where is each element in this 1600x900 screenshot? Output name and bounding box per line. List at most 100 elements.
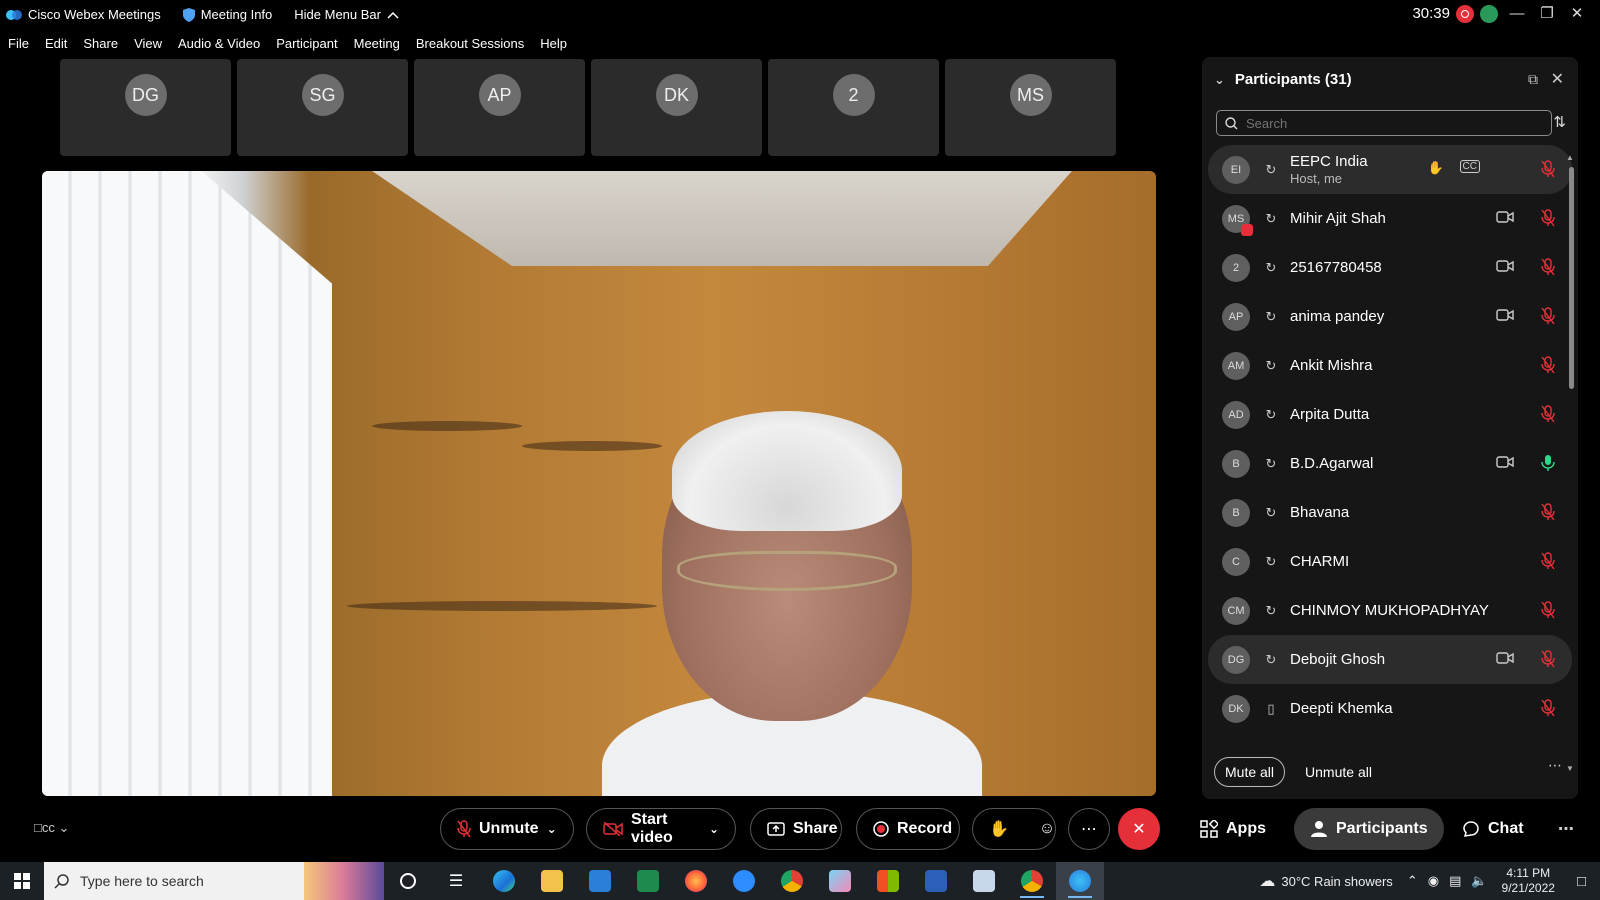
reactions-icon[interactable]: ☺ xyxy=(1039,820,1055,838)
video-camera-icon[interactable] xyxy=(1496,455,1514,469)
mic-muted-icon[interactable] xyxy=(1540,307,1556,325)
thumbnail-tile[interactable]: SG xyxy=(237,59,408,156)
menu-view[interactable]: View xyxy=(134,36,162,51)
mute-all-button[interactable]: Mute all xyxy=(1214,757,1286,787)
mic-muted-icon[interactable] xyxy=(1540,650,1556,668)
chrome-icon[interactable] xyxy=(768,862,816,900)
unmute-button[interactable]: Unmute ⌄ xyxy=(440,808,574,850)
mail-app-icon[interactable] xyxy=(960,862,1008,900)
search-input[interactable] xyxy=(1246,115,1536,131)
participant-search[interactable] xyxy=(1216,110,1552,136)
menu-meeting[interactable]: Meeting xyxy=(354,36,400,51)
taskbar-clock[interactable]: 4:11 PM 9/21/2022 xyxy=(1502,866,1555,896)
webex-taskbar-icon[interactable] xyxy=(1056,862,1104,900)
start-button[interactable] xyxy=(0,862,44,900)
taskbar-search[interactable]: Type here to search xyxy=(44,862,384,900)
paint-icon[interactable] xyxy=(816,862,864,900)
minimize-button[interactable]: — xyxy=(1506,3,1528,25)
start-video-button[interactable]: Start video ⌄ xyxy=(586,808,736,850)
edge-icon[interactable] xyxy=(480,862,528,900)
hand-icon[interactable]: ✋ xyxy=(1428,160,1444,176)
share-button[interactable]: Share xyxy=(750,808,842,850)
menu-breakout-sessions[interactable]: Breakout Sessions xyxy=(416,36,524,51)
raise-hand-icon[interactable]: ✋ xyxy=(989,819,1009,839)
store-icon[interactable] xyxy=(864,862,912,900)
scroll-thumb[interactable] xyxy=(1569,167,1574,389)
mic-muted-icon[interactable] xyxy=(1540,160,1556,178)
hide-menu-bar-button[interactable]: Hide Menu Bar xyxy=(294,7,399,22)
mic-muted-icon[interactable] xyxy=(1540,503,1556,521)
participant-scrollbar[interactable]: ▲ ▼ xyxy=(1566,153,1574,773)
webcam-tray-icon[interactable]: ◉ xyxy=(1428,873,1439,889)
active-speaker-video[interactable] xyxy=(42,171,1156,796)
thumbnail-tile[interactable]: DK xyxy=(591,59,762,156)
excel-icon[interactable] xyxy=(624,862,672,900)
video-options-chevron-icon[interactable]: ⌄ xyxy=(709,822,719,836)
mic-muted-icon[interactable] xyxy=(1540,601,1556,619)
more-options-icon[interactable]: ⋯ xyxy=(1548,757,1562,774)
chrome-icon-2[interactable] xyxy=(1008,862,1056,900)
record-button[interactable]: Record xyxy=(856,808,960,850)
menu-share[interactable]: Share xyxy=(83,36,118,51)
participant-row[interactable]: AP ↻ anima pandey xyxy=(1208,292,1572,341)
popout-icon[interactable]: ⧉ xyxy=(1528,71,1538,88)
chat-button[interactable]: Chat xyxy=(1462,808,1524,850)
network-tray-icon[interactable]: ▤ xyxy=(1449,873,1461,889)
participants-button[interactable]: Participants xyxy=(1294,808,1444,850)
mic-on-icon[interactable] xyxy=(1540,454,1556,472)
captions-badge-icon[interactable]: CC xyxy=(1459,160,1480,173)
firefox-icon[interactable] xyxy=(672,862,720,900)
mic-muted-icon[interactable] xyxy=(1540,552,1556,570)
zoom-icon[interactable] xyxy=(720,862,768,900)
participant-row[interactable]: CM ↻ CHINMOY MUKHOPADHYAY xyxy=(1208,586,1572,635)
mail-icon[interactable] xyxy=(576,862,624,900)
menu-edit[interactable]: Edit xyxy=(45,36,67,51)
close-window-button[interactable]: ✕ xyxy=(1566,3,1588,25)
more-side-icon[interactable]: ⋯ xyxy=(1558,808,1574,850)
volume-tray-icon[interactable]: 🔈 xyxy=(1471,873,1487,889)
participant-row[interactable]: 2 ↻ 25167780458 xyxy=(1208,243,1572,292)
participant-row[interactable]: C ↻ CHARMI xyxy=(1208,537,1572,586)
sort-icon[interactable]: ⇅ xyxy=(1553,113,1566,131)
recording-indicator-icon[interactable] xyxy=(1456,5,1474,23)
word-icon[interactable] xyxy=(912,862,960,900)
restore-button[interactable]: ❐ xyxy=(1536,3,1558,25)
notifications-icon[interactable]: □ xyxy=(1577,873,1586,890)
participant-row[interactable]: AD ↻ Arpita Dutta xyxy=(1208,390,1572,439)
participant-row[interactable]: DK ▯ Deepti Khemka xyxy=(1208,684,1572,733)
video-camera-icon[interactable] xyxy=(1496,651,1514,665)
mic-muted-icon[interactable] xyxy=(1540,209,1556,227)
thumbnail-tile[interactable]: 2 xyxy=(768,59,939,156)
mic-muted-icon[interactable] xyxy=(1540,699,1556,717)
network-status-icon[interactable] xyxy=(1480,5,1498,23)
thumbnail-tile[interactable]: MS xyxy=(945,59,1116,156)
participant-row[interactable]: EI ↻ EEPC India Host, me ✋ CC xyxy=(1208,145,1572,194)
menu-help[interactable]: Help xyxy=(540,36,567,51)
weather-widget[interactable]: ☁ 30°C Rain showers xyxy=(1259,871,1392,891)
participant-row[interactable]: B ↻ B.D.Agarwal xyxy=(1208,439,1572,488)
menu-file[interactable]: File xyxy=(8,36,29,51)
mic-muted-icon[interactable] xyxy=(1540,258,1556,276)
task-view-icon[interactable]: ☰ xyxy=(432,862,480,900)
thumbnail-tile[interactable]: DG xyxy=(60,59,231,156)
cortana-icon[interactable] xyxy=(384,862,432,900)
meeting-info-button[interactable]: Meeting Info xyxy=(182,7,272,22)
menu-audio-video[interactable]: Audio & Video xyxy=(178,36,260,51)
participant-row[interactable]: B ↻ Bhavana xyxy=(1208,488,1572,537)
file-explorer-icon[interactable] xyxy=(528,862,576,900)
panel-header[interactable]: ⌄ Participants (31) xyxy=(1214,71,1352,88)
tray-chevron-up-icon[interactable]: ⌃ xyxy=(1407,873,1418,889)
video-camera-icon[interactable] xyxy=(1496,210,1514,224)
scroll-down-icon[interactable]: ▼ xyxy=(1566,764,1574,773)
captions-icon[interactable]: □cc ⌄ xyxy=(34,820,69,836)
video-camera-icon[interactable] xyxy=(1496,259,1514,273)
menu-participant[interactable]: Participant xyxy=(276,36,337,51)
participant-row[interactable]: MS ↻ Mihir Ajit Shah xyxy=(1208,194,1572,243)
close-panel-icon[interactable]: ✕ xyxy=(1551,69,1564,89)
video-camera-icon[interactable] xyxy=(1496,308,1514,322)
scroll-up-icon[interactable]: ▲ xyxy=(1566,153,1574,162)
unmute-all-button[interactable]: Unmute all xyxy=(1305,764,1372,780)
mic-muted-icon[interactable] xyxy=(1540,356,1556,374)
unmute-options-chevron-icon[interactable]: ⌄ xyxy=(547,822,557,836)
mic-muted-icon[interactable] xyxy=(1540,405,1556,423)
